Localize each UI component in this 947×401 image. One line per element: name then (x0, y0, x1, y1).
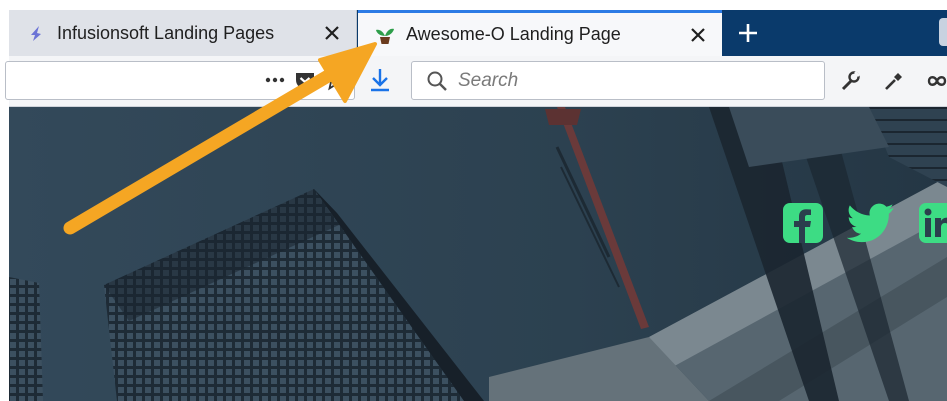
download-arrow-icon (371, 69, 389, 92)
address-bar[interactable] (5, 61, 355, 100)
url-actions (264, 68, 347, 96)
tab-strip: Infusionsoft Landing Pages Awesome-O Lan… (9, 10, 947, 56)
page-actions-icon[interactable] (264, 69, 286, 96)
new-tab-button[interactable] (723, 10, 773, 56)
search-input[interactable] (456, 68, 800, 93)
linkedin-icon[interactable] (919, 203, 947, 243)
facebook-icon[interactable] (783, 203, 823, 243)
search-bar[interactable] (411, 61, 825, 100)
browser-window: Infusionsoft Landing Pages Awesome-O Lan… (0, 0, 947, 401)
sprout-favicon-icon (374, 24, 396, 46)
tab-label: Infusionsoft Landing Pages (57, 22, 275, 43)
eyedropper-icon[interactable] (879, 67, 907, 95)
bookmark-star-icon[interactable] (323, 68, 347, 96)
download-button[interactable] (365, 65, 395, 95)
tab-close-icon[interactable] (314, 15, 350, 51)
wrench-icon[interactable] (836, 67, 864, 95)
hero-background-image (9, 107, 947, 401)
search-icon (426, 70, 448, 92)
infinity-icon[interactable] (923, 67, 947, 95)
twitter-icon[interactable] (847, 203, 895, 243)
tab-label: Awesome-O Landing Page (406, 24, 621, 44)
plus-icon (739, 24, 757, 42)
pocket-icon[interactable] (294, 69, 316, 96)
infusionsoft-favicon-icon (25, 22, 47, 44)
page-hero (9, 107, 947, 401)
tab-close-icon[interactable] (680, 17, 716, 53)
tab-infusionsoft-landing-pages[interactable]: Infusionsoft Landing Pages (9, 10, 357, 56)
window-control[interactable] (939, 18, 947, 46)
nav-toolbar (5, 56, 947, 107)
tab-awesome-o-landing-page[interactable]: Awesome-O Landing Page (358, 10, 722, 56)
